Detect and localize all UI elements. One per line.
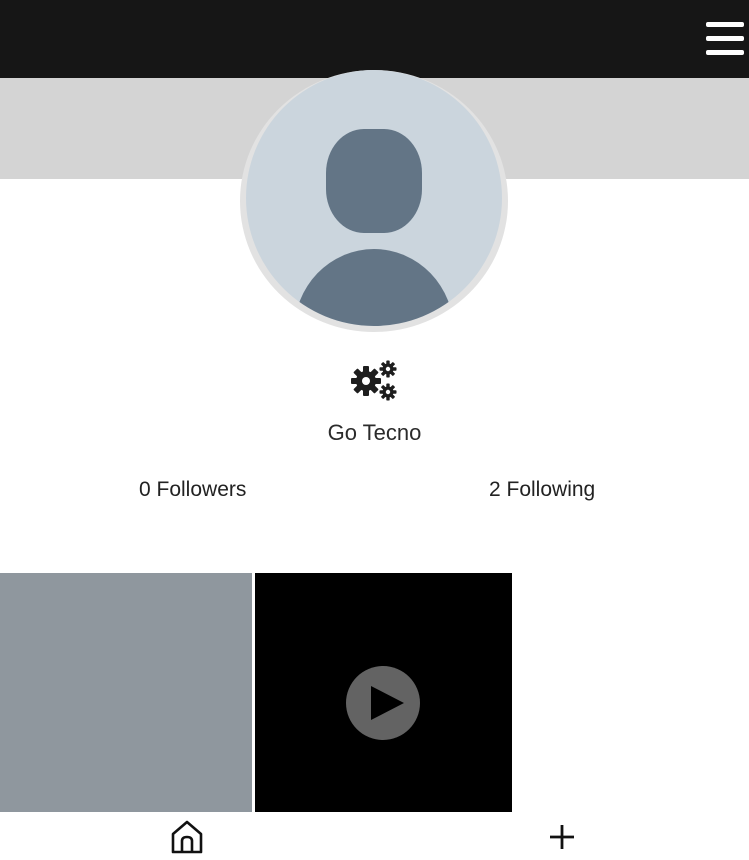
post-tile-image[interactable]: [0, 573, 252, 812]
post-tile-video[interactable]: [255, 573, 512, 812]
bottom-navigation: [0, 812, 749, 857]
top-app-bar: [0, 0, 749, 78]
default-avatar-icon: [294, 129, 454, 326]
play-icon[interactable]: [346, 666, 420, 740]
plus-icon[interactable]: [547, 822, 577, 852]
followers-count[interactable]: 0 Followers: [139, 478, 246, 502]
gears-icon[interactable]: [348, 357, 400, 403]
avatar[interactable]: [246, 70, 502, 326]
hamburger-menu-icon[interactable]: [706, 22, 744, 56]
following-count[interactable]: 2 Following: [489, 478, 595, 502]
home-icon[interactable]: [170, 819, 204, 855]
profile-name: Go Tecno: [327, 420, 422, 445]
